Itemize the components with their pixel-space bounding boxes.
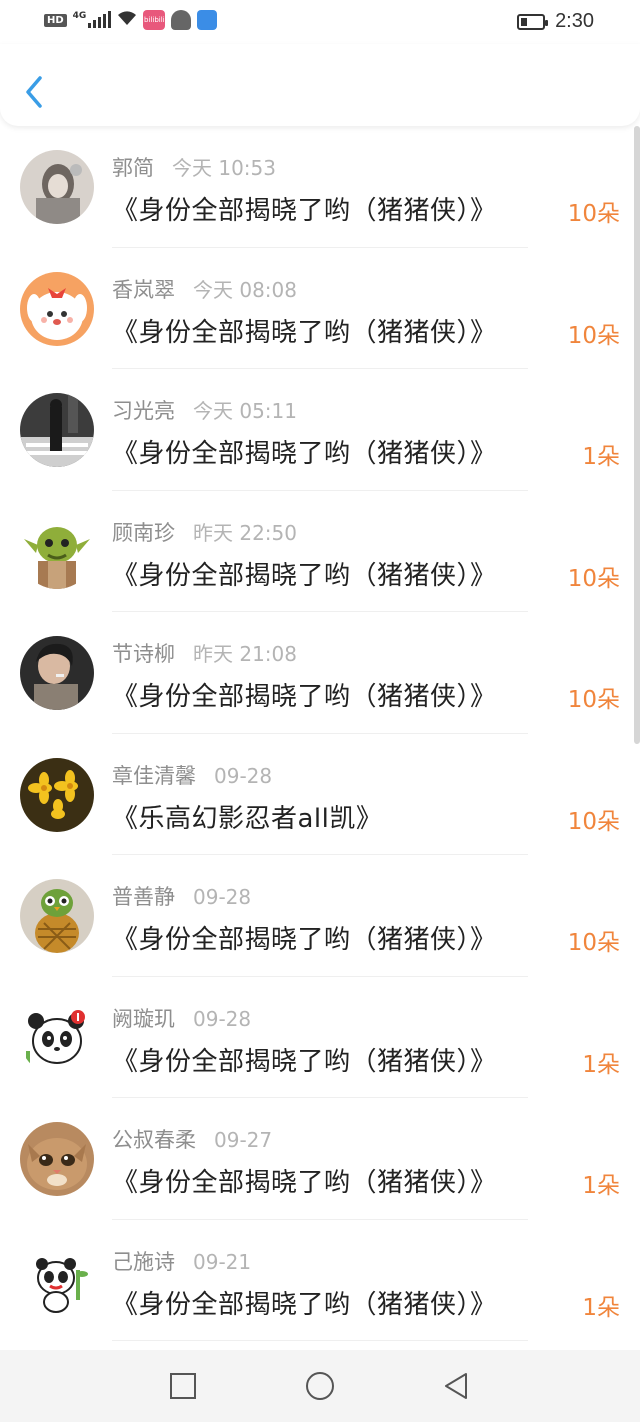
avatar — [20, 1000, 94, 1075]
recent-apps-button[interactable] — [167, 1370, 199, 1402]
avatar — [20, 150, 94, 224]
list-item[interactable]: 香岚翠 今天 08:08 《身份全部揭晓了哟（猪猪侠）》 10朵 — [0, 248, 640, 369]
flower-count: 10朵 — [567, 565, 620, 592]
user-name: 郭简 — [112, 156, 154, 180]
list-item[interactable]: 阙璇玑 09-28 《身份全部揭晓了哟（猪猪侠）》 1朵 — [0, 977, 640, 1098]
list-item[interactable]: 普善静 09-28 《身份全部揭晓了哟（猪猪侠）》 10朵 — [0, 855, 640, 977]
user-name: 己施诗 — [112, 1249, 175, 1274]
network-type: 4G — [72, 11, 87, 21]
avatar — [20, 757, 94, 832]
item-meta: 习光亮 今天 05:11 — [112, 395, 297, 425]
wifi-icon — [117, 10, 137, 30]
back-nav-button[interactable] — [440, 1370, 472, 1402]
list-item[interactable]: 己施诗 09-21 《身份全部揭晓了哟（猪猪侠）》 1朵 — [0, 1220, 640, 1341]
timestamp: 今天 08:08 — [193, 277, 297, 302]
home-button[interactable] — [304, 1370, 336, 1402]
timestamp: 09-21 — [193, 1249, 252, 1274]
flower-count: 10朵 — [567, 201, 620, 227]
user-name: 节诗柳 — [112, 642, 175, 666]
timestamp: 09-28 — [214, 763, 273, 788]
avatar — [20, 879, 94, 953]
timestamp: 09-28 — [193, 1006, 252, 1031]
user-name: 顾南珍 — [112, 520, 175, 545]
gift-record-list: 郭简 今天 10:53 《身份全部揭晓了哟（猪猪侠）》 10朵 香岚翠 今天 0… — [0, 126, 640, 1341]
work-title: 《身份全部揭晓了哟（猪猪侠）》 — [112, 560, 497, 591]
avatar — [20, 1243, 94, 1318]
list-item[interactable]: 章佳清馨 09-28 《乐高幻影忍者all凯》 10朵 — [0, 734, 640, 855]
status-icons-right: 2:30 — [517, 10, 594, 33]
chevron-left-icon — [26, 76, 42, 108]
flower-count: 10朵 — [567, 930, 620, 956]
flower-count: 1朵 — [582, 1051, 620, 1078]
item-meta: 顾南珍 昨天 22:50 — [112, 517, 297, 547]
list-item[interactable]: 郭简 今天 10:53 《身份全部揭晓了哟（猪猪侠）》 10朵 — [0, 126, 640, 248]
work-title: 《乐高幻影忍者all凯》 — [112, 803, 383, 834]
user-name: 香岚翠 — [112, 277, 175, 302]
top-nav-bar — [0, 44, 640, 126]
work-title: 《身份全部揭晓了哟（猪猪侠）》 — [112, 682, 497, 712]
timestamp: 09-28 — [193, 885, 252, 909]
list-item[interactable]: 节诗柳 昨天 21:08 《身份全部揭晓了哟（猪猪侠）》 10朵 — [0, 612, 640, 734]
square-icon — [170, 1373, 196, 1399]
avatar — [20, 271, 94, 346]
system-nav-bar — [0, 1350, 640, 1422]
flower-count: 10朵 — [567, 808, 620, 835]
scrollbar[interactable] — [634, 126, 640, 744]
work-title: 《身份全部揭晓了哟（猪猪侠）》 — [112, 439, 497, 469]
list-item[interactable]: 顾南珍 昨天 22:50 《身份全部揭晓了哟（猪猪侠）》 10朵 — [0, 491, 640, 612]
work-title: 《身份全部揭晓了哟（猪猪侠）》 — [112, 925, 497, 955]
item-meta: 阙璇玑 09-28 — [112, 1003, 251, 1033]
work-title: 《身份全部揭晓了哟（猪猪侠）》 — [112, 1168, 497, 1198]
flower-count: 10朵 — [567, 322, 620, 349]
work-title: 《身份全部揭晓了哟（猪猪侠）》 — [112, 1046, 497, 1077]
timestamp: 昨天 21:08 — [193, 642, 297, 666]
item-meta: 郭简 今天 10:53 — [112, 152, 276, 182]
timestamp: 09-27 — [214, 1128, 273, 1152]
flower-count: 10朵 — [567, 687, 620, 713]
battery-icon — [517, 13, 549, 30]
circle-icon — [306, 1372, 334, 1400]
hd-indicator: HD — [44, 13, 67, 27]
item-meta: 己施诗 09-21 — [112, 1246, 251, 1276]
clock: 2:30 — [555, 10, 594, 32]
avatar — [20, 514, 94, 589]
item-meta: 普善静 09-28 — [112, 881, 251, 911]
list-item[interactable]: 习光亮 今天 05:11 《身份全部揭晓了哟（猪猪侠）》 1朵 — [0, 369, 640, 491]
timestamp: 今天 05:11 — [193, 399, 297, 423]
work-title: 《身份全部揭晓了哟（猪猪侠）》 — [112, 196, 497, 226]
work-title: 《身份全部揭晓了哟（猪猪侠）》 — [112, 1289, 497, 1320]
user-name: 阙璇玑 — [112, 1006, 175, 1031]
status-icons-left: HD 4G bilibili — [44, 10, 218, 30]
work-title: 《身份全部揭晓了哟（猪猪侠）》 — [112, 317, 497, 348]
user-name: 公叔春柔 — [112, 1128, 196, 1152]
item-meta: 节诗柳 昨天 21:08 — [112, 638, 297, 668]
timestamp: 昨天 22:50 — [193, 520, 297, 545]
list-item[interactable]: 公叔春柔 09-27 《身份全部揭晓了哟（猪猪侠）》 1朵 — [0, 1098, 640, 1220]
signal-icon — [88, 11, 112, 28]
status-bar: HD 4G bilibili 2:30 — [0, 0, 640, 44]
user-name: 章佳清馨 — [112, 763, 196, 788]
flower-count: 1朵 — [582, 1294, 620, 1321]
timestamp: 今天 10:53 — [172, 156, 276, 180]
avatar — [20, 1122, 94, 1196]
user-name: 习光亮 — [112, 399, 175, 423]
qq-app-icon — [171, 10, 192, 30]
triangle-back-icon — [445, 1373, 467, 1399]
avatar — [20, 393, 94, 467]
item-meta: 香岚翠 今天 08:08 — [112, 274, 297, 304]
app-store-icon — [197, 10, 218, 30]
divider — [112, 1340, 528, 1341]
item-meta: 公叔春柔 09-27 — [112, 1124, 272, 1154]
bilibili-app-icon: bilibili — [143, 10, 166, 30]
avatar — [20, 636, 94, 710]
item-meta: 章佳清馨 09-28 — [112, 760, 272, 790]
flower-count: 1朵 — [582, 1173, 620, 1199]
flower-count: 1朵 — [582, 444, 620, 470]
user-name: 普善静 — [112, 885, 175, 909]
back-button[interactable] — [20, 72, 50, 112]
